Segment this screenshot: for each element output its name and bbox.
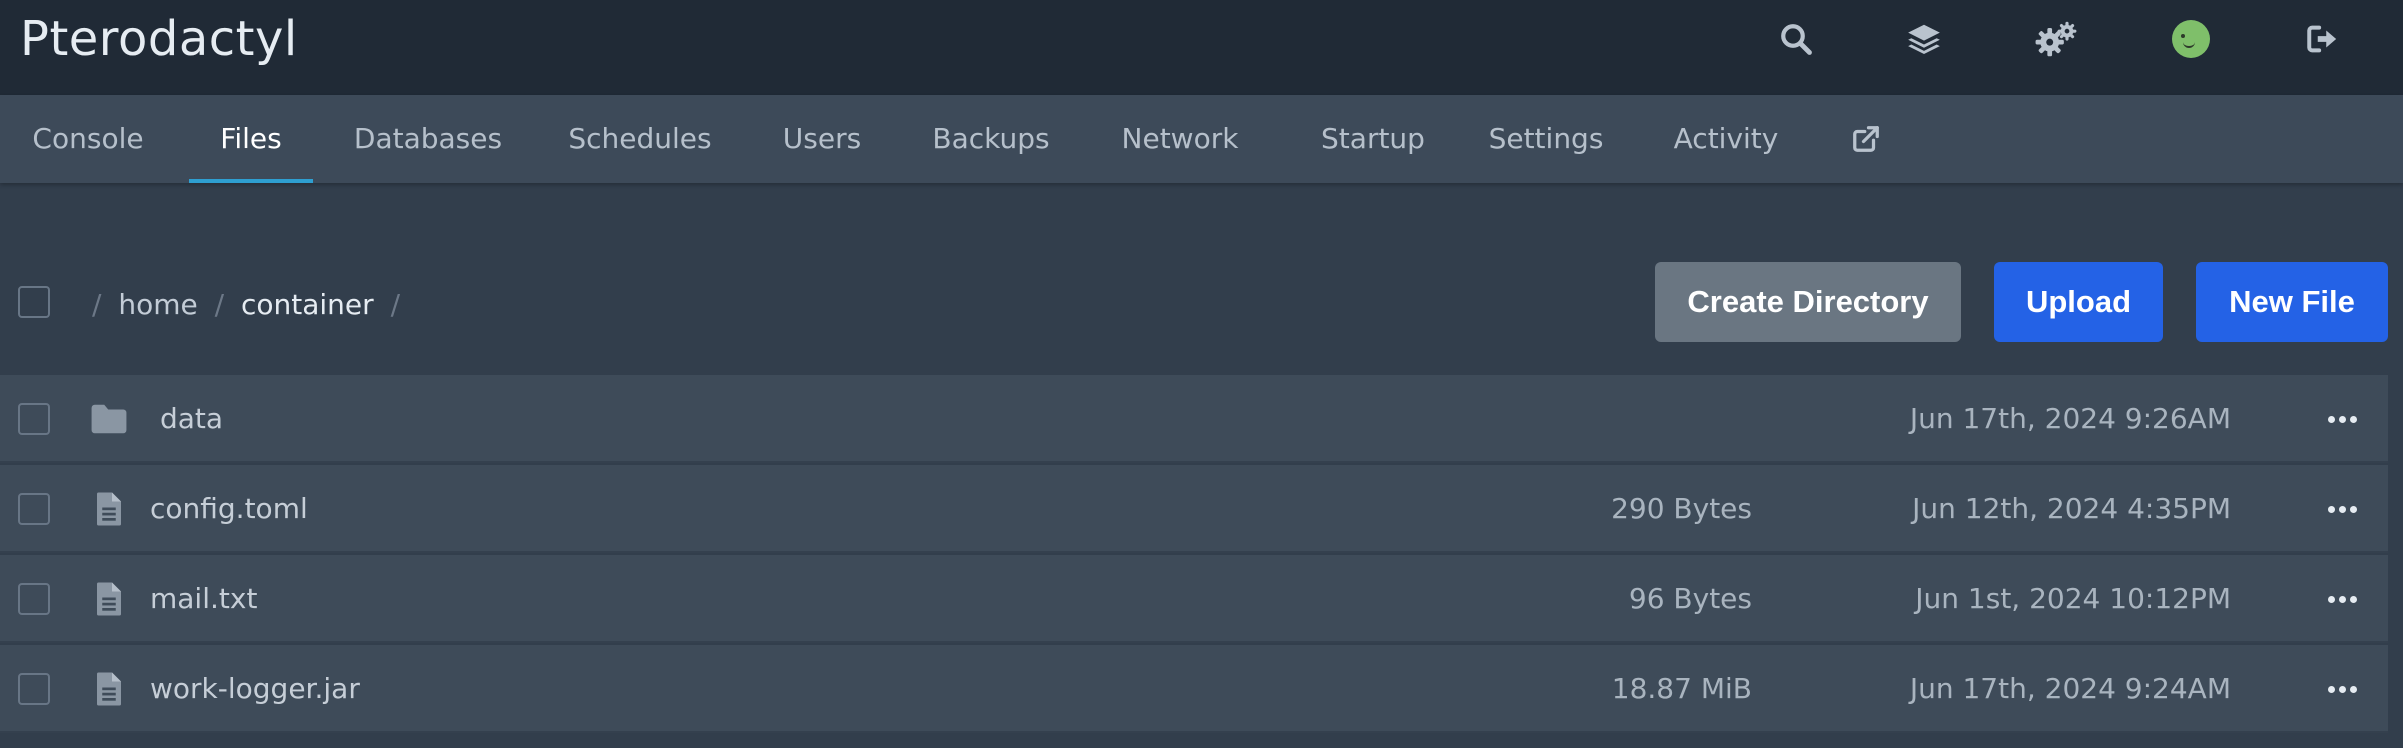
server-subnav: Console Files Databases Schedules Users …: [0, 95, 2403, 183]
file-name: work-logger.jar: [150, 672, 360, 705]
sign-out-icon: [2307, 25, 2337, 53]
select-all-checkbox[interactable]: [18, 286, 50, 318]
app-title[interactable]: Pterodactyl: [20, 4, 298, 74]
top-navigation-bar: Pterodactyl: [0, 0, 2403, 95]
more-dots-icon: [2327, 415, 2335, 423]
row-actions-button[interactable]: [2322, 399, 2362, 439]
row-checkbox[interactable]: [18, 493, 50, 525]
admin-settings-button[interactable]: [2026, 12, 2086, 66]
file-row-data[interactable]: data Jun 17th, 2024 9:26AM: [0, 375, 2388, 463]
file-modified-date: Jun 12th, 2024 4:35PM: [1912, 492, 2231, 525]
tab-console[interactable]: Console: [20, 95, 156, 183]
file-size: 18.87 MiB: [1611, 672, 1752, 705]
breadcrumb: / home / container /: [84, 285, 408, 325]
tab-users[interactable]: Users: [770, 95, 874, 183]
server-list-button[interactable]: [1894, 12, 1954, 66]
more-dots-icon: [2327, 685, 2335, 693]
file-modified-date: Jun 1st, 2024 10:12PM: [1915, 582, 2231, 615]
file-name: data: [160, 402, 224, 435]
more-dots-icon: [2327, 505, 2335, 513]
tab-startup[interactable]: Startup: [1308, 95, 1438, 183]
upload-button[interactable]: Upload: [1994, 262, 2163, 342]
row-checkbox[interactable]: [18, 673, 50, 705]
tab-databases[interactable]: Databases: [346, 95, 510, 183]
file-text-icon: [97, 582, 121, 616]
tab-schedules[interactable]: Schedules: [560, 95, 720, 183]
breadcrumb-separator: /: [390, 288, 400, 321]
file-row-work-logger-jar[interactable]: work-logger.jar 18.87 MiB Jun 17th, 2024…: [0, 645, 2388, 733]
file-name: config.toml: [150, 492, 308, 525]
new-file-button[interactable]: New File: [2196, 262, 2388, 342]
avatar: [2172, 20, 2210, 58]
logout-button[interactable]: [2292, 12, 2352, 66]
file-size: 290 Bytes: [1611, 492, 1752, 525]
breadcrumb-home[interactable]: home: [118, 288, 197, 321]
tab-external-link[interactable]: [1846, 95, 1886, 183]
row-actions-button[interactable]: [2322, 579, 2362, 619]
create-directory-button[interactable]: Create Directory: [1655, 262, 1961, 342]
file-modified-date: Jun 17th, 2024 9:24AM: [1909, 672, 2231, 705]
folder-icon: [91, 404, 127, 434]
tab-backups[interactable]: Backups: [928, 95, 1054, 183]
file-name: mail.txt: [150, 582, 258, 615]
row-actions-button[interactable]: [2322, 489, 2362, 529]
row-actions-button[interactable]: [2322, 669, 2362, 709]
file-size: 96 Bytes: [1628, 582, 1752, 615]
file-text-icon: [97, 672, 121, 706]
search-button[interactable]: [1766, 12, 1826, 66]
layers-icon: [1908, 24, 1940, 55]
tab-network[interactable]: Network: [1110, 95, 1250, 183]
file-text-icon: [97, 492, 121, 526]
tab-files[interactable]: Files: [189, 95, 313, 183]
tab-settings[interactable]: Settings: [1482, 95, 1610, 183]
gears-icon: [2035, 21, 2077, 57]
file-modified-date: Jun 17th, 2024 9:26AM: [1909, 402, 2231, 435]
tab-activity[interactable]: Activity: [1664, 95, 1788, 183]
row-checkbox[interactable]: [18, 583, 50, 615]
search-icon: [1781, 24, 1812, 55]
more-dots-icon: [2327, 595, 2335, 603]
account-button[interactable]: [2161, 12, 2221, 66]
breadcrumb-separator: /: [92, 288, 102, 321]
row-checkbox[interactable]: [18, 403, 50, 435]
breadcrumb-container[interactable]: container: [241, 288, 374, 321]
file-row-mail-txt[interactable]: mail.txt 96 Bytes Jun 1st, 2024 10:12PM: [0, 555, 2388, 643]
external-link-icon: [1853, 126, 1879, 152]
file-row-config-toml[interactable]: config.toml 290 Bytes Jun 12th, 2024 4:3…: [0, 465, 2388, 553]
breadcrumb-separator: /: [214, 288, 225, 321]
